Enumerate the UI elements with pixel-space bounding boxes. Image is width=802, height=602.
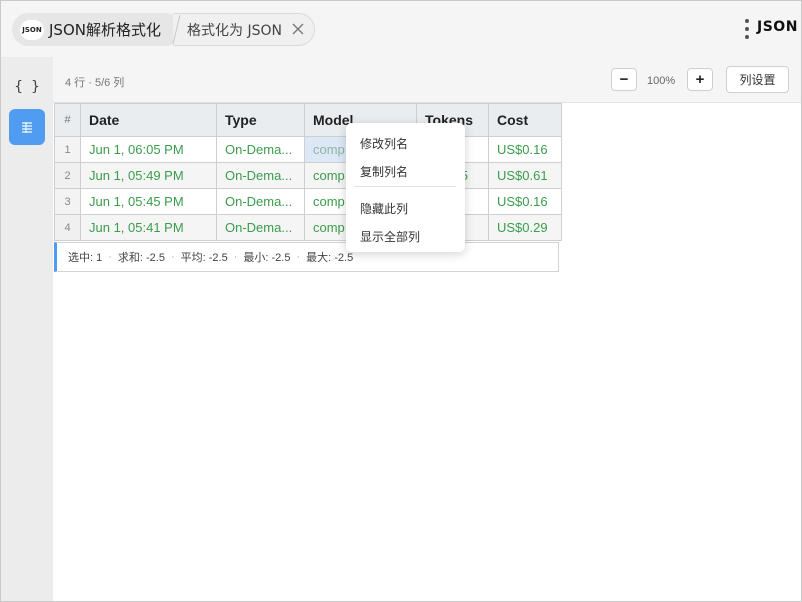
menu-divider (354, 186, 456, 187)
row-index: 3 (54, 188, 81, 215)
selection-status-bar: 选中: 1 · 求和: -2.5 · 平均: -2.5 · 最小: -2.5 ·… (54, 242, 559, 272)
menu-item-copy-column-name[interactable]: 复制列名 (360, 163, 408, 180)
zoom-level: 100% (647, 75, 676, 87)
status-separator: · (296, 251, 301, 263)
index-header: # (54, 103, 81, 137)
menu-item-show-all-columns[interactable]: 显示全部列 (360, 228, 420, 245)
column-header-cost[interactable]: Cost (488, 103, 562, 137)
cell-type[interactable]: On-Dema... (216, 162, 305, 189)
cell-date[interactable]: Jun 1, 05:41 PM (80, 214, 217, 241)
table-row: 1 Jun 1, 06:05 PM On-Dema... comp US$0.1… (54, 136, 562, 163)
data-table: # Date Type Model Tokens Cost 1 Jun 1, 0… (54, 103, 562, 241)
table-view-icon (22, 122, 32, 133)
sidebar-item-table-view[interactable] (9, 109, 45, 145)
status-separator: · (233, 251, 238, 263)
tab-divider (172, 14, 181, 45)
cell-type[interactable]: On-Dema... (216, 136, 305, 163)
zoom-out-button[interactable]: − (611, 68, 637, 91)
column-context-menu: 修改列名 复制列名 隐藏此列 显示全部列 (346, 123, 465, 252)
table-row: 3 Jun 1, 05:45 PM On-Dema... comp US$0.1… (54, 188, 562, 215)
table-header-row: # Date Type Model Tokens Cost (54, 103, 562, 137)
status-separator: · (108, 251, 112, 263)
status-separator: · (170, 251, 175, 263)
braces-icon: { } (14, 79, 40, 95)
brand-logo: JSON (757, 19, 798, 35)
cell-cost[interactable]: US$0.16 (488, 136, 562, 163)
cell-cost[interactable]: US$0.29 (488, 214, 562, 241)
table-row: 2 Jun 1, 05:49 PM On-Dema... comp 5 US$0… (54, 162, 562, 189)
more-menu-icon[interactable] (744, 19, 750, 41)
status-min: 最小: -2.5 (243, 252, 291, 264)
status-max: 最大: -2.5 (306, 252, 354, 264)
table-toolbar: 4 行 · 5/6 列 − 100% + 列设置 (53, 57, 801, 103)
tab-label: 格式化为 JSON (187, 22, 282, 39)
close-icon[interactable] (291, 22, 305, 36)
status-selected: 选中: 1 (68, 252, 103, 264)
status-average: 平均: -2.5 (180, 252, 228, 264)
menu-item-hide-column[interactable]: 隐藏此列 (360, 200, 408, 217)
cell-date[interactable]: Jun 1, 05:49 PM (80, 162, 217, 189)
table-summary: 4 行 · 5/6 列 (65, 77, 125, 89)
cell-cost[interactable]: US$0.16 (488, 188, 562, 215)
column-header-type[interactable]: Type (216, 103, 305, 137)
cell-type[interactable]: On-Dema... (216, 188, 305, 215)
zoom-in-button[interactable]: + (687, 68, 713, 91)
cell-date[interactable]: Jun 1, 05:45 PM (80, 188, 217, 215)
sidebar: { } (1, 57, 53, 601)
row-index: 2 (54, 162, 81, 189)
row-index: 4 (54, 214, 81, 241)
table-row: 4 Jun 1, 05:41 PM On-Dema... comp US$0.2… (54, 214, 562, 241)
cell-cost[interactable]: US$0.61 (488, 162, 562, 189)
json-badge-icon: JSON (20, 19, 44, 40)
app-title: JSON解析格式化 (49, 21, 161, 39)
cell-date[interactable]: Jun 1, 06:05 PM (80, 136, 217, 163)
sidebar-item-json-view[interactable]: { } (9, 69, 45, 105)
menu-item-rename-column[interactable]: 修改列名 (360, 135, 408, 152)
column-header-date[interactable]: Date (80, 103, 217, 137)
column-settings-button[interactable]: 列设置 (726, 66, 789, 93)
app-tab-pill[interactable]: JSON JSON解析格式化 (12, 13, 182, 46)
status-sum: 求和: -2.5 (117, 252, 165, 264)
row-index: 1 (54, 136, 81, 163)
tab-format-json[interactable]: 格式化为 JSON (173, 13, 315, 46)
cell-type[interactable]: On-Dema... (216, 214, 305, 241)
top-bar: JSON JSON解析格式化 格式化为 JSON JSON (1, 1, 801, 57)
